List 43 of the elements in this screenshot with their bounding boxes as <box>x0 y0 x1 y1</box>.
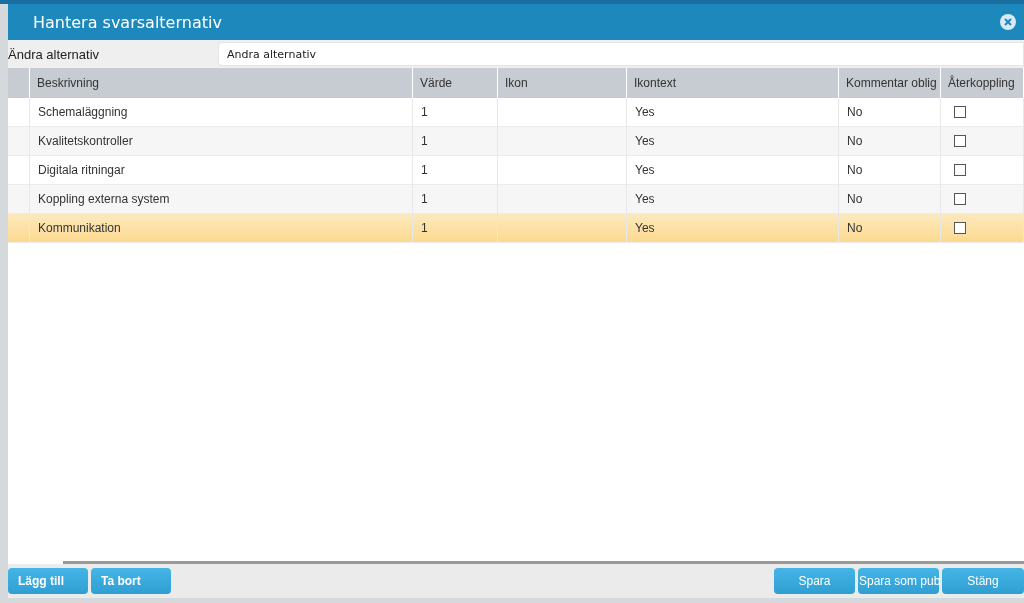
table-cell: Digitala ritningar <box>30 156 413 185</box>
table-cell: Yes <box>627 127 839 156</box>
table-cell: No <box>839 127 941 156</box>
table-cell: 1 <box>413 156 498 185</box>
checkbox[interactable] <box>954 222 966 234</box>
table-cell: 1 <box>413 185 498 214</box>
table-cell: Yes <box>627 214 839 243</box>
column-header[interactable]: Ikon <box>498 68 627 98</box>
row-selector-cell[interactable] <box>8 156 30 185</box>
table-cell: 1 <box>413 98 498 127</box>
table-cell: Yes <box>627 185 839 214</box>
table-cell: Kommunikation <box>30 214 413 243</box>
row-selector-cell[interactable] <box>8 127 30 156</box>
column-header[interactable]: Kommentar oblig <box>839 68 941 98</box>
table-cell: No <box>839 156 941 185</box>
scrollbar[interactable] <box>63 561 1024 564</box>
row-selector-cell[interactable] <box>8 98 30 127</box>
input-field[interactable]: Andra alternativ <box>218 42 1024 66</box>
table-cell: 1 <box>413 214 498 243</box>
table-cell: Schemaläggning <box>30 98 413 127</box>
close-button[interactable] <box>1000 14 1016 30</box>
table-cell: Yes <box>627 156 839 185</box>
row-selector-cell[interactable] <box>8 185 30 214</box>
table-cell: No <box>839 185 941 214</box>
table-cell: No <box>839 214 941 243</box>
column-header <box>8 68 30 98</box>
column-header[interactable]: Värde <box>413 68 498 98</box>
checkbox[interactable] <box>954 164 966 176</box>
row-selector-cell[interactable] <box>8 214 30 243</box>
table-cell: Koppling externa system <box>30 185 413 214</box>
checkbox[interactable] <box>954 106 966 118</box>
checkbox[interactable] <box>954 193 966 205</box>
field-label: Ändra alternativ <box>8 46 101 62</box>
table-cell: No <box>839 98 941 127</box>
column-header[interactable]: Beskrivning <box>30 68 413 98</box>
table-cell: Yes <box>627 98 839 127</box>
table-cell: 1 <box>413 127 498 156</box>
close-icon <box>1004 18 1012 26</box>
column-header[interactable]: Ikontext <box>627 68 839 98</box>
table-cell: Kvalitetskontroller <box>30 127 413 156</box>
checkbox[interactable] <box>954 135 966 147</box>
column-header[interactable]: Återkoppling <box>941 68 1024 98</box>
dialog-title: Hantera svarsalternativ <box>33 12 222 32</box>
